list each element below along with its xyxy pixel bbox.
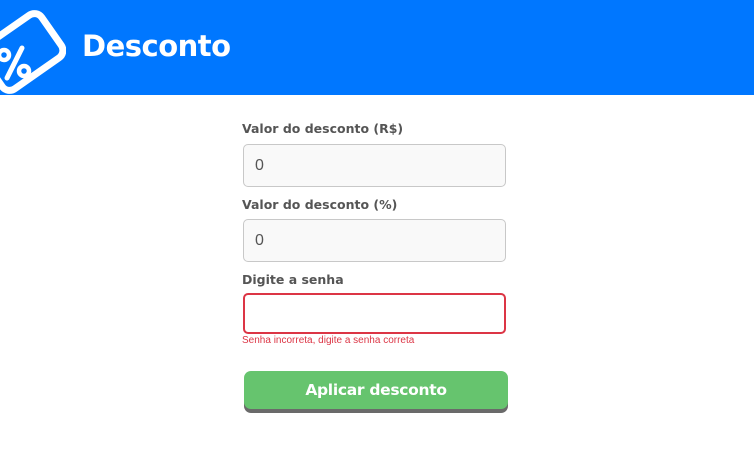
app-header: Desconto [0,0,754,95]
discount-tag-icon [0,10,66,94]
apply-discount-button[interactable]: Aplicar desconto [244,371,508,409]
discount-percent-label: Valor do desconto (%) [242,197,398,212]
password-error-message: Senha incorreta, digite a senha correta [242,335,415,346]
discount-percent-input[interactable] [243,219,506,262]
page-title: Desconto [82,29,231,63]
password-input[interactable] [243,293,506,334]
password-label: Digite a senha [242,272,344,287]
discount-amount-label: Valor do desconto (R$) [242,121,404,136]
discount-amount-input[interactable] [243,144,506,187]
